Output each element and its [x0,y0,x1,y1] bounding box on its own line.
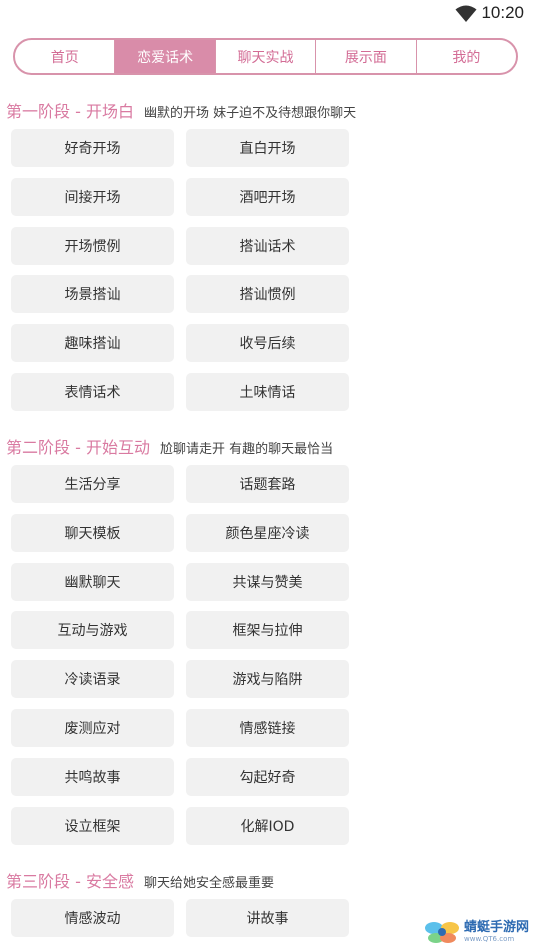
topic-button[interactable]: 搭讪话术 [186,227,349,265]
topic-button[interactable]: 化解IOD [186,807,349,845]
topic-button[interactable]: 土味情话 [186,373,349,411]
section-header: 第二阶段 - 开始互动 尬聊请走开 有趣的聊天最恰当 [6,434,333,458]
topic-button[interactable]: 共鸣故事 [11,758,174,796]
tab-home[interactable]: 首页 [15,40,114,73]
topic-button[interactable]: 颜色星座冷读 [186,514,349,552]
topic-button[interactable]: 冷读语录 [11,660,174,698]
topic-button[interactable]: 开场惯例 [11,227,174,265]
topic-button[interactable]: 废测应对 [11,709,174,747]
section-subtitle: 幽默的开场 妹子迫不及待想跟你聊天 [143,106,357,121]
tab-chat-practice[interactable]: 聊天实战 [214,40,315,73]
section-title: 第二阶段 - 开始互动 [6,438,150,457]
topic-button[interactable]: 酒吧开场 [186,178,349,216]
topic-button[interactable]: 幽默聊天 [11,563,174,601]
top-tab-bar: 首页 恋爱话术 聊天实战 展示面 我的 [13,38,518,75]
watermark: 蜻蜓手游网 www.QT6.com [424,918,529,946]
section-header: 第三阶段 - 安全感 聊天给她安全感最重要 [6,868,274,892]
topic-button[interactable]: 框架与拉伸 [186,611,349,649]
topic-button[interactable]: 直白开场 [186,129,349,167]
topic-button[interactable]: 趣味搭讪 [11,324,174,362]
topic-button[interactable]: 勾起好奇 [186,758,349,796]
topic-button[interactable]: 设立框架 [11,807,174,845]
tab-love-talk[interactable]: 恋爱话术 [114,40,215,73]
topic-button[interactable]: 好奇开场 [11,129,174,167]
section-header: 第一阶段 - 开场白 幽默的开场 妹子迫不及待想跟你聊天 [6,98,356,122]
topic-button[interactable]: 间接开场 [11,178,174,216]
topic-button[interactable]: 生活分享 [11,465,174,503]
topic-button[interactable]: 共谋与赞美 [186,563,349,601]
topic-button[interactable]: 情感波动 [11,899,174,937]
topic-button[interactable]: 收号后续 [186,324,349,362]
section-subtitle: 尬聊请走开 有趣的聊天最恰当 [159,442,334,457]
status-time: 10:20 [481,3,524,22]
section-title: 第三阶段 - 安全感 [6,872,134,891]
wifi-icon [455,5,477,22]
tab-mine[interactable]: 我的 [415,40,516,73]
topic-button[interactable]: 互动与游戏 [11,611,174,649]
section-title: 第一阶段 - 开场白 [6,102,134,121]
topic-button[interactable]: 情感链接 [186,709,349,747]
topic-button[interactable]: 表情话术 [11,373,174,411]
watermark-url: www.QT6.com [464,935,515,943]
status-bar: 10:20 [0,0,534,30]
topic-button[interactable]: 讲故事 [186,899,349,937]
topic-button[interactable]: 话题套路 [186,465,349,503]
tab-showcase[interactable]: 展示面 [315,40,415,73]
dragonfly-logo-icon [425,922,459,943]
topic-button[interactable]: 游戏与陷阱 [186,660,349,698]
topic-button[interactable]: 搭讪惯例 [186,275,349,313]
topic-button[interactable]: 聊天模板 [11,514,174,552]
watermark-name: 蜻蜓手游网 [464,920,530,935]
topic-button[interactable]: 场景搭讪 [11,275,174,313]
section-subtitle: 聊天给她安全感最重要 [143,876,274,891]
